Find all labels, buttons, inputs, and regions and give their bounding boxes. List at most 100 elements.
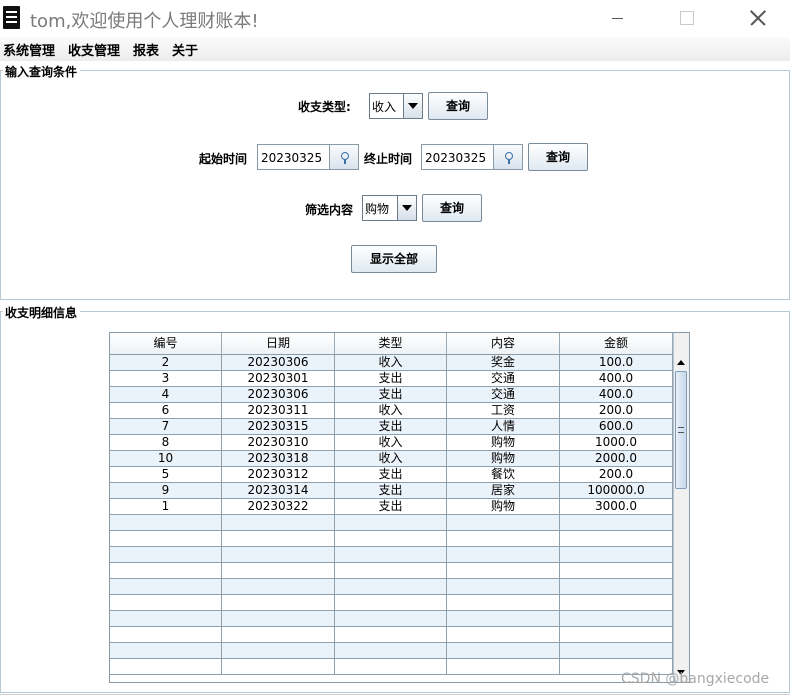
empty-table-row[interactable]: [110, 531, 673, 547]
table-row[interactable]: 3 20230301 支出 交通 400.0: [110, 371, 673, 387]
type-query-button[interactable]: 查询: [428, 92, 488, 120]
table-body: 2 20230306 收入 奖金 100.0 3 20230301 支出 交通 400.0 4 202…: [110, 355, 673, 675]
cell-amount: [560, 627, 673, 642]
app-window: tom,欢迎使用个人理财账本! 系统管理 收支管理 报表 关于 输入查询条件 收…: [0, 0, 790, 699]
end-date-picker-button[interactable]: [493, 144, 523, 170]
column-header-date[interactable]: 日期: [222, 333, 335, 354]
cell-content: [447, 531, 560, 546]
cell-content: [447, 627, 560, 642]
cell-type: 支出: [335, 371, 447, 386]
empty-table-row[interactable]: [110, 579, 673, 595]
cell-date: 20230314: [222, 483, 335, 498]
cell-amount: 100.0: [560, 355, 673, 370]
cell-type: [335, 643, 447, 658]
cell-content: [447, 563, 560, 578]
cell-type: [335, 579, 447, 594]
table-row[interactable]: 9 20230314 支出 居家 100000.0: [110, 483, 673, 499]
filter-label: 筛选内容: [305, 203, 354, 217]
cell-content: [447, 579, 560, 594]
menu-system[interactable]: 系统管理: [3, 40, 55, 59]
chevron-down-icon[interactable]: [403, 94, 422, 118]
type-select[interactable]: 收入: [369, 93, 423, 119]
start-date-input[interactable]: 20230325: [257, 144, 330, 170]
cell-date: [222, 547, 335, 562]
empty-table-row[interactable]: [110, 659, 673, 675]
cell-content: 购物: [447, 435, 560, 450]
cell-content: 奖金: [447, 355, 560, 370]
cell-date: 20230310: [222, 435, 335, 450]
show-all-button[interactable]: 显示全部: [351, 245, 437, 273]
filter-select[interactable]: 购物: [362, 195, 417, 221]
empty-table-row[interactable]: [110, 595, 673, 611]
menu-reports[interactable]: 报表: [133, 40, 159, 59]
empty-table-row[interactable]: [110, 643, 673, 659]
start-date-value: 20230325: [261, 151, 323, 165]
start-date-picker-button[interactable]: [329, 144, 359, 170]
cell-amount: 400.0: [560, 387, 673, 402]
table-row[interactable]: 10 20230318 收入 购物 2000.0: [110, 451, 673, 467]
cell-amount: 3000.0: [560, 499, 673, 514]
column-header-content[interactable]: 内容: [447, 333, 560, 354]
maximize-icon[interactable]: [658, 0, 714, 37]
cell-type: 支出: [335, 499, 447, 514]
table-row[interactable]: 4 20230306 支出 交通 400.0: [110, 387, 673, 403]
cell-id: [110, 611, 222, 626]
cell-content: [447, 643, 560, 658]
cell-type: [335, 515, 447, 530]
vertical-scrollbar[interactable]: [673, 333, 689, 682]
cell-id: 3: [110, 371, 222, 386]
end-date-input[interactable]: 20230325: [421, 144, 494, 170]
cell-amount: [560, 547, 673, 562]
minimize-icon[interactable]: [590, 0, 646, 37]
title-bar: tom,欢迎使用个人理财账本!: [0, 0, 790, 37]
cell-id: [110, 595, 222, 610]
column-header-type[interactable]: 类型: [335, 333, 447, 354]
close-icon[interactable]: [730, 0, 786, 37]
column-header-id[interactable]: 编号: [110, 333, 222, 354]
type-select-value: 收入: [372, 100, 397, 114]
ledger-app-icon: [3, 6, 20, 29]
filter-query-button[interactable]: 查询: [422, 194, 482, 222]
empty-table-row[interactable]: [110, 563, 673, 579]
chevron-down-icon[interactable]: [397, 196, 416, 220]
cell-content: [447, 515, 560, 530]
end-date-value: 20230325: [425, 151, 487, 165]
scrollbar-thumb[interactable]: [675, 371, 687, 489]
table-row[interactable]: 6 20230311 收入 工资 200.0: [110, 403, 673, 419]
cell-content: 餐饮: [447, 467, 560, 482]
cell-amount: [560, 579, 673, 594]
empty-table-row[interactable]: [110, 611, 673, 627]
cell-id: [110, 531, 222, 546]
date-query-button[interactable]: 查询: [528, 143, 588, 171]
column-header-amount[interactable]: 金额: [560, 333, 673, 354]
filter-select-value: 购物: [365, 202, 390, 216]
menu-income-expense[interactable]: 收支管理: [68, 40, 120, 59]
cell-type: 支出: [335, 483, 447, 498]
records-table: 编号 日期 类型 内容 金额 2 20230306 收入 奖金 100.0 3 20230301 支出…: [109, 332, 690, 683]
cell-date: [222, 659, 335, 674]
cell-id: 4: [110, 387, 222, 402]
table-row[interactable]: 1 20230322 支出 购物 3000.0: [110, 499, 673, 515]
cell-amount: [560, 515, 673, 530]
table-row[interactable]: 2 20230306 收入 奖金 100.0: [110, 355, 673, 371]
table-row[interactable]: 7 20230315 支出 人情 600.0: [110, 419, 673, 435]
end-date-label: 终止时间: [364, 152, 413, 166]
detail-panel-title: 收支明细信息: [3, 304, 81, 321]
table-row[interactable]: 8 20230310 收入 购物 1000.0: [110, 435, 673, 451]
cell-content: [447, 595, 560, 610]
cell-date: 20230301: [222, 371, 335, 386]
empty-table-row[interactable]: [110, 547, 673, 563]
cell-id: 1: [110, 499, 222, 514]
empty-table-row[interactable]: [110, 515, 673, 531]
empty-table-row[interactable]: [110, 627, 673, 643]
cell-amount: 2000.0: [560, 451, 673, 466]
cell-type: 支出: [335, 467, 447, 482]
cell-date: [222, 627, 335, 642]
menu-about[interactable]: 关于: [172, 40, 198, 59]
table-row[interactable]: 5 20230312 支出 餐饮 200.0: [110, 467, 673, 483]
cell-id: [110, 563, 222, 578]
cell-content: 购物: [447, 451, 560, 466]
cell-amount: [560, 611, 673, 626]
cell-type: 支出: [335, 387, 447, 402]
scroll-up-icon[interactable]: [674, 355, 689, 370]
